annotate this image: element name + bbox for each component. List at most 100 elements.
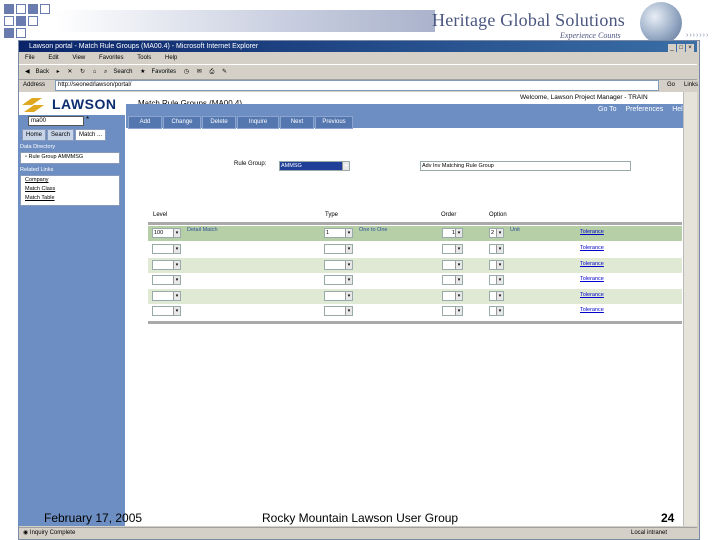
tab-search[interactable]: Search bbox=[47, 129, 75, 141]
maximize-icon[interactable]: □ bbox=[677, 44, 685, 52]
option-select[interactable]: ▾ bbox=[489, 306, 504, 316]
chevron-down-icon[interactable]: ▾ bbox=[345, 261, 352, 269]
chevron-down-icon[interactable]: ▾ bbox=[455, 307, 462, 315]
refresh-icon[interactable]: ↻ bbox=[80, 69, 85, 75]
add-button[interactable]: Add bbox=[128, 116, 162, 129]
favorites-icon[interactable]: ★ bbox=[140, 69, 145, 75]
delete-button[interactable]: Delete bbox=[202, 116, 236, 129]
order-select[interactable]: 1 ▾ bbox=[442, 228, 463, 238]
order-select[interactable]: ▾ bbox=[442, 260, 463, 270]
chevron-down-icon[interactable]: ▾ bbox=[173, 245, 180, 253]
type-select[interactable]: ▾ bbox=[324, 244, 353, 254]
tolerance-link[interactable]: Tolerance bbox=[580, 292, 604, 298]
level-select[interactable]: ▾ bbox=[152, 306, 181, 316]
type-select[interactable]: ▾ bbox=[324, 275, 353, 285]
order-select[interactable]: ▾ bbox=[442, 306, 463, 316]
option-select[interactable]: ▾ bbox=[489, 244, 504, 254]
level-select[interactable]: ▾ bbox=[152, 291, 181, 301]
mail-icon[interactable]: ✉ bbox=[197, 69, 202, 75]
related-link-match-table[interactable]: Match Table bbox=[21, 194, 119, 203]
level-select[interactable]: 100 ▾ bbox=[152, 228, 181, 238]
chevron-down-icon[interactable]: ▾ bbox=[496, 229, 503, 237]
forward-icon[interactable]: ▸ bbox=[57, 69, 60, 75]
menu-view[interactable]: View bbox=[72, 55, 85, 61]
chevron-down-icon[interactable]: ▾ bbox=[173, 276, 180, 284]
data-directory-item[interactable]: ▫ Rule Group AMMMSG bbox=[21, 153, 119, 162]
chevron-down-icon[interactable]: ▾ bbox=[173, 229, 180, 237]
tab-match[interactable]: Match ... bbox=[75, 129, 107, 141]
related-link-company[interactable]: Company bbox=[21, 176, 119, 185]
change-button[interactable]: Change bbox=[163, 116, 201, 129]
chevron-down-icon[interactable]: ▾ bbox=[345, 307, 352, 315]
chevron-down-icon[interactable]: ▾ bbox=[496, 292, 503, 300]
chevron-down-icon[interactable]: ▾ bbox=[496, 245, 503, 253]
option-select[interactable]: 2 ▾ bbox=[489, 228, 504, 238]
address-input[interactable]: http://seoned/lawson/portal/ bbox=[55, 80, 659, 91]
chevron-down-icon[interactable]: ▾ bbox=[455, 292, 462, 300]
level-select[interactable]: ▾ bbox=[152, 244, 181, 254]
chevron-down-icon[interactable]: ▾ bbox=[342, 162, 349, 170]
links-button[interactable]: Links bbox=[684, 79, 698, 91]
next-button[interactable]: Next bbox=[280, 116, 314, 129]
chevron-down-icon[interactable]: ▾ bbox=[496, 276, 503, 284]
chevron-down-icon[interactable]: ▾ bbox=[496, 307, 503, 315]
type-select[interactable]: ▾ bbox=[324, 306, 353, 316]
menu-edit[interactable]: Edit bbox=[48, 55, 58, 61]
order-select[interactable]: ▾ bbox=[442, 291, 463, 301]
related-link-match-class[interactable]: Match Class bbox=[21, 185, 119, 194]
tab-home[interactable]: Home bbox=[22, 129, 47, 141]
chevron-down-icon[interactable]: ▾ bbox=[455, 229, 462, 237]
previous-button[interactable]: Previous bbox=[315, 116, 353, 129]
chevron-down-icon[interactable]: ▾ bbox=[455, 276, 462, 284]
option-select[interactable]: ▾ bbox=[489, 260, 504, 270]
type-select[interactable]: 1 ▾ bbox=[324, 228, 353, 238]
search-icon[interactable]: ⌕ bbox=[104, 69, 107, 75]
close-icon[interactable]: × bbox=[686, 44, 694, 52]
option-select[interactable]: ▾ bbox=[489, 275, 504, 285]
goto-link[interactable]: Go To bbox=[598, 106, 617, 113]
stop-icon[interactable]: ✕ bbox=[67, 69, 72, 75]
chevron-down-icon[interactable]: ▾ bbox=[173, 261, 180, 269]
option-select[interactable]: ▾ bbox=[489, 291, 504, 301]
chevron-down-icon[interactable]: ▾ bbox=[345, 276, 352, 284]
type-select[interactable]: ▾ bbox=[324, 260, 353, 270]
search-submit-icon[interactable]: * bbox=[86, 115, 89, 124]
chevron-down-icon[interactable]: ▾ bbox=[496, 261, 503, 269]
preferences-link[interactable]: Preferences bbox=[626, 106, 664, 113]
tolerance-link[interactable]: Tolerance bbox=[580, 245, 604, 251]
tolerance-link[interactable]: Tolerance bbox=[580, 229, 604, 235]
menu-file[interactable]: File bbox=[25, 55, 35, 61]
favorites-button[interactable]: Favorites bbox=[151, 69, 176, 75]
chevron-down-icon[interactable]: ▾ bbox=[345, 229, 352, 237]
back-icon[interactable]: ◀ bbox=[25, 69, 30, 75]
order-select[interactable]: ▾ bbox=[442, 244, 463, 254]
inquire-button[interactable]: Inquire bbox=[237, 116, 279, 129]
search-button[interactable]: Search bbox=[113, 69, 132, 75]
vertical-scrollbar[interactable] bbox=[683, 92, 697, 526]
chevron-down-icon[interactable]: ▾ bbox=[455, 245, 462, 253]
back-button[interactable]: Back bbox=[36, 69, 49, 75]
chevron-down-icon[interactable]: ▾ bbox=[345, 245, 352, 253]
go-button[interactable]: Go bbox=[667, 79, 675, 91]
order-select[interactable]: ▾ bbox=[442, 275, 463, 285]
edit-icon[interactable]: ✎ bbox=[222, 69, 227, 75]
chevron-down-icon[interactable]: ▾ bbox=[173, 307, 180, 315]
print-icon[interactable]: ⎙ bbox=[209, 69, 214, 75]
level-select[interactable]: ▾ bbox=[152, 275, 181, 285]
menu-help[interactable]: Help bbox=[165, 55, 177, 61]
tolerance-link[interactable]: Tolerance bbox=[580, 261, 604, 267]
chevron-down-icon[interactable]: ▾ bbox=[173, 292, 180, 300]
menu-tools[interactable]: Tools bbox=[137, 55, 151, 61]
sidebar-search-input[interactable]: ma00 bbox=[28, 116, 84, 126]
chevron-down-icon[interactable]: ▾ bbox=[455, 261, 462, 269]
type-select[interactable]: ▾ bbox=[324, 291, 353, 301]
level-select[interactable]: ▾ bbox=[152, 260, 181, 270]
chevron-down-icon[interactable]: ▾ bbox=[345, 292, 352, 300]
minimize-icon[interactable]: _ bbox=[668, 44, 676, 52]
history-icon[interactable]: ◷ bbox=[184, 69, 189, 75]
menu-favorites[interactable]: Favorites bbox=[99, 55, 124, 61]
rule-group-select[interactable]: AMMSG ▾ bbox=[279, 161, 350, 171]
tolerance-link[interactable]: Tolerance bbox=[580, 307, 604, 313]
tolerance-link[interactable]: Tolerance bbox=[580, 276, 604, 282]
home-icon[interactable]: ⌂ bbox=[93, 69, 97, 75]
